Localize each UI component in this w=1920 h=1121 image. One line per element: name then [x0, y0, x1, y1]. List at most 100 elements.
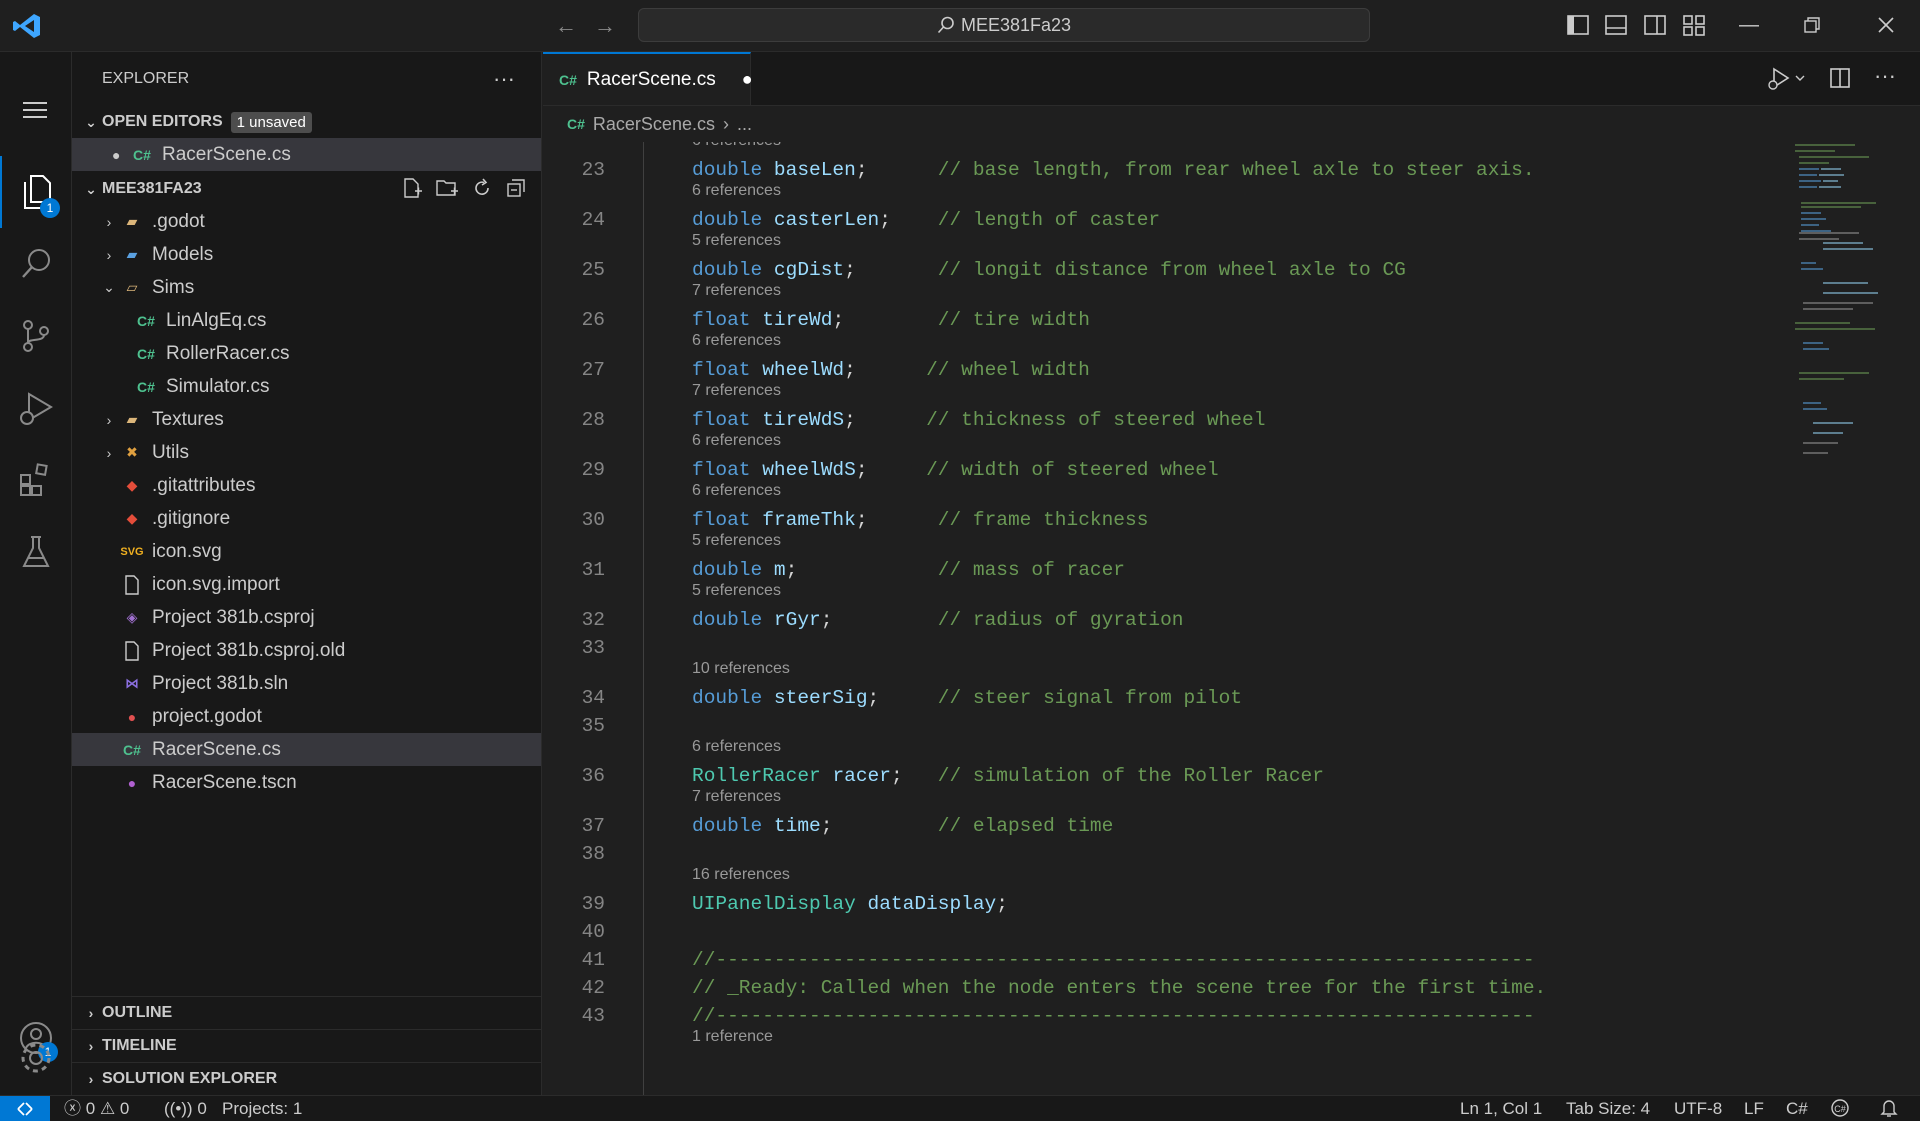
tree-item[interactable]: Project 381b.csproj.old	[72, 634, 541, 667]
minimap[interactable]	[1793, 142, 1893, 462]
remote-indicator[interactable]	[0, 1096, 50, 1121]
codelens-references[interactable]: 6 references	[692, 430, 781, 452]
close-icon[interactable]	[1875, 14, 1897, 36]
punctuation: ;	[855, 509, 868, 531]
code-line[interactable]: 42 // _Ready: Called when the node enters…	[543, 974, 1793, 1002]
source-control-icon[interactable]	[0, 300, 72, 372]
tree-item[interactable]: › ▰ Models	[72, 238, 541, 271]
forward-icon[interactable]: →	[594, 12, 616, 40]
breadcrumb-file[interactable]: RacerScene.cs	[593, 114, 715, 135]
tree-item[interactable]: C# RacerScene.cs	[72, 733, 541, 766]
toggle-primary-sidebar-icon[interactable]	[1565, 12, 1591, 38]
new-file-icon[interactable]	[401, 177, 423, 199]
cursor-position[interactable]: Ln 1, Col 1	[1460, 1098, 1542, 1120]
codelens-references[interactable]: 7 references	[692, 380, 781, 402]
tree-item[interactable]: ⌄ ▱ Sims	[72, 271, 541, 304]
keyword: float	[692, 309, 751, 331]
explorer-icon[interactable]: 1	[0, 156, 72, 228]
tree-item[interactable]: icon.svg.import	[72, 568, 541, 601]
new-folder-icon[interactable]	[435, 177, 459, 199]
solution-explorer-section[interactable]: › SOLUTION EXPLORER	[72, 1062, 542, 1095]
punctuation: ;	[820, 815, 833, 837]
testing-icon[interactable]	[0, 516, 72, 588]
tree-item[interactable]: ◈ Project 381b.csproj	[72, 601, 541, 634]
toggle-secondary-sidebar-icon[interactable]	[1642, 12, 1668, 38]
ports-indicator[interactable]: ((•)) 0	[164, 1098, 207, 1120]
warning-count: 0	[119, 1099, 130, 1118]
code-editor[interactable]: 6 references 23 double baseLen; // base le…	[543, 142, 1793, 1095]
codelens-references[interactable]: 5 references	[692, 230, 781, 252]
tree-item[interactable]: ◆ .gitignore	[72, 502, 541, 535]
manage-gear-icon[interactable]	[0, 1022, 72, 1094]
tree-item[interactable]: ● project.godot	[72, 700, 541, 733]
open-editor-item[interactable]: ● C# RacerScene.cs	[72, 138, 541, 171]
more-actions-icon[interactable]: ···	[493, 66, 515, 92]
problems-indicator[interactable]: ⓧ 0 ⚠ 0	[64, 1098, 129, 1120]
encoding[interactable]: UTF-8	[1674, 1098, 1722, 1120]
split-editor-icon[interactable]	[1828, 66, 1852, 90]
restore-icon[interactable]	[1801, 14, 1823, 36]
search-text: MEE381Fa23	[960, 14, 1072, 35]
tree-item[interactable]: › ▰ .godot	[72, 205, 541, 238]
tree-item[interactable]: C# RollerRacer.cs	[72, 337, 541, 370]
tree-item[interactable]: ● RacerScene.tscn	[72, 766, 541, 799]
code-line[interactable]: 32 double rGyr; // radius of gyration	[543, 606, 1793, 634]
collapse-all-icon[interactable]	[505, 177, 527, 199]
menu-icon[interactable]	[0, 70, 72, 150]
unsaved-dot-icon[interactable]: ●	[112, 147, 130, 163]
code-line[interactable]: 40	[543, 918, 1793, 946]
codelens-references[interactable]: 16 references	[692, 864, 790, 886]
codelens-references[interactable]: 6 references	[692, 330, 781, 352]
codelens-references[interactable]: 10 references	[692, 658, 790, 680]
tree-item-label: Simulator.cs	[166, 375, 270, 397]
workspace-section[interactable]: ⌄ MEE381FA23	[72, 173, 541, 205]
back-icon[interactable]: ←	[555, 12, 577, 40]
csharp-devkit-icon[interactable]: C#	[1830, 1098, 1850, 1121]
minimize-icon[interactable]: —	[1734, 10, 1764, 40]
run-debug-icon[interactable]	[0, 372, 72, 444]
code-line[interactable]: 37 double time; // elapsed time	[543, 812, 1793, 840]
codelens-references[interactable]: 7 references	[692, 786, 781, 808]
codelens-references[interactable]: 5 references	[692, 580, 781, 602]
codelens-references[interactable]: 6 references	[692, 180, 781, 202]
tab-racerscene[interactable]: C# RacerScene.cs ●	[543, 52, 753, 105]
projects-indicator[interactable]: Projects: 1	[222, 1098, 302, 1120]
tree-item[interactable]: C# LinAlgEq.cs	[72, 304, 541, 337]
tab-size[interactable]: Tab Size: 4	[1566, 1098, 1650, 1120]
codelens-references[interactable]: 6 references	[692, 142, 781, 152]
search-view-icon[interactable]	[0, 228, 72, 300]
tree-item[interactable]: SVG icon.svg	[72, 535, 541, 568]
tree-item[interactable]: › ▰ Textures	[72, 403, 541, 436]
code-line[interactable]: 34 double steerSig; // steer signal from …	[543, 684, 1793, 712]
codelens-references[interactable]: 6 references	[692, 480, 781, 502]
customize-layout-icon[interactable]	[1681, 12, 1707, 38]
codelens-references[interactable]: 7 references	[692, 280, 781, 302]
tree-item[interactable]: C# Simulator.cs	[72, 370, 541, 403]
toggle-panel-icon[interactable]	[1603, 12, 1629, 38]
tree-item[interactable]: › ✖ Utils	[72, 436, 541, 469]
codelens-references[interactable]: 6 references	[692, 736, 781, 758]
run-debug-dropdown-icon[interactable]	[1766, 66, 1806, 92]
codelens-references[interactable]: 5 references	[692, 530, 781, 552]
command-center-search[interactable]: MEE381Fa23	[638, 8, 1370, 42]
refresh-icon[interactable]	[471, 177, 493, 199]
identifier: steerSig	[773, 687, 868, 709]
notifications-bell-icon[interactable]	[1880, 1098, 1898, 1121]
timeline-section[interactable]: › TIMELINE	[72, 1029, 542, 1062]
breadcrumb-more[interactable]: ...	[737, 114, 752, 135]
codelens-references[interactable]: 1 reference	[692, 1026, 773, 1048]
extensions-icon[interactable]	[0, 444, 72, 516]
open-editors-section[interactable]: ⌄ OPEN EDITORS 1 unsaved	[72, 106, 541, 138]
vscode-logo-icon[interactable]	[12, 12, 42, 40]
outline-section[interactable]: › OUTLINE	[72, 996, 542, 1029]
unsaved-dot-icon[interactable]: ●	[742, 69, 753, 90]
tree-item[interactable]: ◆ .gitattributes	[72, 469, 541, 502]
tree-item[interactable]: ⋈ Project 381b.sln	[72, 667, 541, 700]
code-line[interactable]: 41 //------------------------------------…	[543, 946, 1793, 974]
tab-label: RacerScene.cs	[586, 68, 716, 90]
language-mode[interactable]: C#	[1786, 1098, 1808, 1120]
end-of-line[interactable]: LF	[1744, 1098, 1764, 1120]
code-line[interactable]: 39 UIPanelDisplay dataDisplay;	[543, 890, 1793, 918]
more-actions-icon[interactable]: ···	[1874, 65, 1896, 92]
